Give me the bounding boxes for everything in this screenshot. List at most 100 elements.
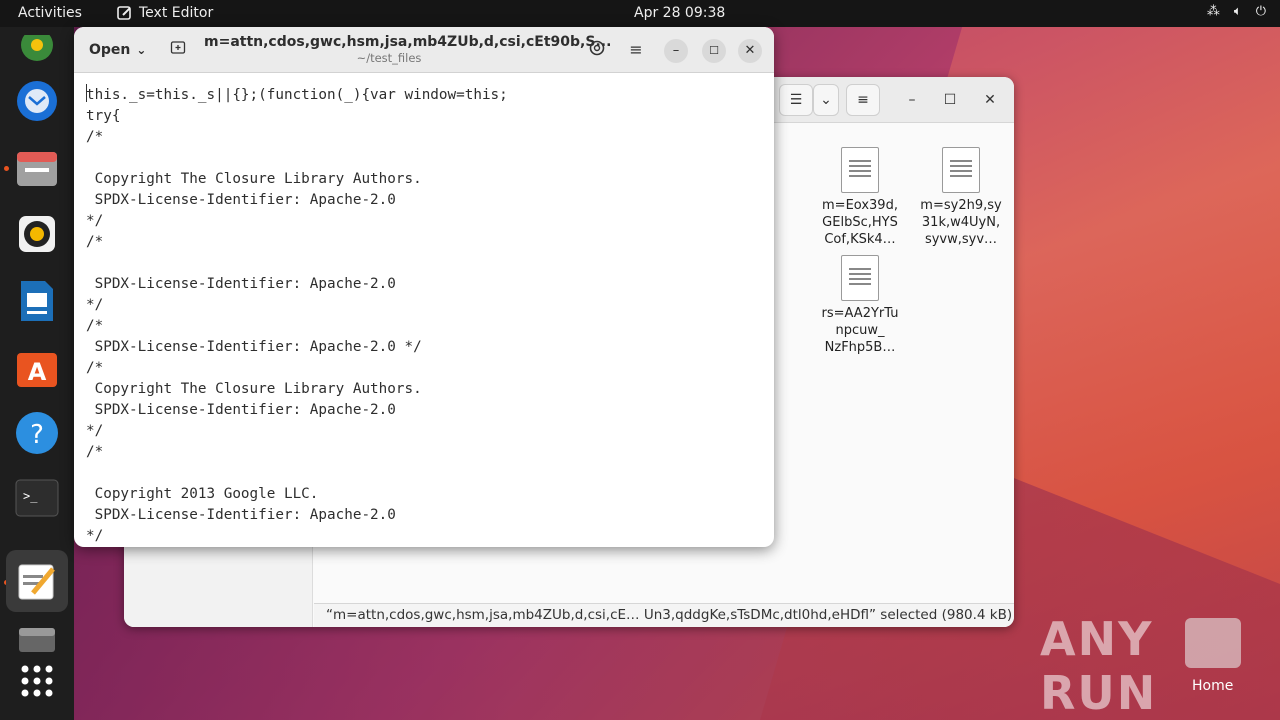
dock-item-thunderbird[interactable] bbox=[13, 77, 61, 125]
maximize-icon: ☐ bbox=[709, 44, 719, 57]
file-name-line: m=sy2h9,sy bbox=[920, 198, 1002, 213]
close-button[interactable]: ✕ bbox=[738, 39, 762, 63]
settings-button[interactable] bbox=[586, 39, 608, 61]
file-name-line: npcuw_ bbox=[835, 323, 885, 338]
list-view-icon: ☰ bbox=[789, 92, 803, 108]
document-icon bbox=[841, 147, 879, 193]
clock[interactable]: Apr 28 09:38 bbox=[634, 5, 725, 21]
file-item[interactable]: rs=AA2YrTu npcuw_ NzFhp5B… bbox=[815, 255, 905, 356]
text-editor-window[interactable]: Open ⌄ m=attn,cdos,gwc,hsm,jsa,mb4ZUb,d,… bbox=[74, 27, 774, 547]
document-icon bbox=[841, 255, 879, 301]
svg-text:>_: >_ bbox=[23, 489, 38, 503]
chevron-down-icon: ⌄ bbox=[136, 43, 147, 57]
terminal-icon: >_ bbox=[15, 479, 59, 517]
code-line: /* bbox=[86, 360, 104, 376]
file-name-line: m=Eox39d, bbox=[822, 198, 898, 213]
power-icon: ⏻ bbox=[1255, 4, 1266, 19]
dock-item-writer[interactable] bbox=[13, 277, 61, 325]
home-folder-label[interactable]: Home bbox=[1192, 678, 1233, 694]
activities-button[interactable]: Activities bbox=[18, 5, 82, 21]
minimize-icon: – bbox=[908, 92, 916, 108]
chrome-icon bbox=[21, 35, 53, 61]
file-name-line: syvw,syv… bbox=[924, 232, 998, 247]
file-item[interactable]: m=Eox39d, GElbSc,HYS Cof,KSk4… bbox=[815, 147, 905, 248]
disk-icon bbox=[19, 628, 55, 652]
dock-item-chrome[interactable] bbox=[13, 31, 61, 79]
file-item[interactable]: m=sy2h9,sy 31k,w4UyN, syvw,syv… bbox=[916, 147, 1006, 248]
close-button[interactable]: ✕ bbox=[980, 90, 1000, 110]
code-lines: this._s=this._s||{};(function(_){var win… bbox=[86, 85, 774, 547]
main-menu-button[interactable]: ≡ bbox=[625, 39, 647, 61]
code-line: /* bbox=[86, 444, 104, 460]
app-name: Text Editor bbox=[139, 5, 214, 21]
code-line: Copyright The Closure Library Authors. bbox=[86, 381, 422, 397]
selection-status: “m=attn,cdos,gwc,hsm,jsa,mb4ZUb,d,csi,cE… bbox=[314, 603, 1014, 627]
text-editing-area[interactable]: this._s=this._s||{};(function(_){var win… bbox=[74, 74, 774, 547]
menu-icon: ≡ bbox=[857, 92, 869, 108]
minimize-button[interactable]: – bbox=[902, 90, 922, 110]
file-name-line: GElbSc,HYS bbox=[822, 215, 898, 230]
show-apps-button[interactable] bbox=[13, 657, 61, 705]
maximize-icon: ☐ bbox=[943, 92, 957, 108]
system-tray[interactable]: ⁂ 🔈︎ ⏻ bbox=[1207, 4, 1266, 19]
dock-item-rhythmbox[interactable] bbox=[13, 210, 61, 258]
volume-icon: 🔈︎ bbox=[1233, 4, 1242, 19]
code-line: SPDX-License-Identifier: Apache-2.0 bbox=[86, 507, 396, 523]
dock-item-files[interactable] bbox=[13, 144, 61, 192]
gear-icon bbox=[589, 40, 605, 56]
text-cursor bbox=[86, 84, 87, 102]
code-line: SPDX-License-Identifier: Apache-2.0 bbox=[86, 276, 396, 292]
dock: A ? >_ bbox=[0, 27, 74, 720]
help-icon: ? bbox=[16, 412, 58, 454]
anyrun-watermark: ANY RUN bbox=[1040, 612, 1158, 720]
home-folder-icon[interactable] bbox=[1185, 618, 1241, 668]
window-title: m=attn,cdos,gwc,hsm,jsa,mb4ZUb,d,csi,cEt… bbox=[204, 34, 612, 65]
file-name-line: NzFhp5B… bbox=[824, 340, 896, 355]
svg-text:A: A bbox=[28, 358, 47, 386]
thunderbird-icon bbox=[17, 81, 57, 121]
close-icon: ✕ bbox=[984, 92, 996, 108]
dock-item-app-center[interactable]: A bbox=[13, 343, 61, 391]
code-line: */ bbox=[86, 213, 104, 229]
app-menu[interactable]: Text Editor bbox=[117, 5, 213, 21]
file-name-line: 31k,w4UyN, bbox=[921, 215, 1001, 230]
code-line: SPDX-License-Identifier: Apache-2.0 */ bbox=[86, 339, 422, 355]
rhythmbox-icon bbox=[19, 216, 55, 252]
writer-icon bbox=[21, 281, 53, 321]
minimize-icon: – bbox=[672, 43, 680, 58]
dock-item-help[interactable]: ? bbox=[13, 409, 61, 457]
new-tab-button[interactable] bbox=[167, 39, 189, 61]
code-line: try{ bbox=[86, 108, 121, 124]
code-line: */ bbox=[86, 423, 104, 439]
document-icon bbox=[942, 147, 980, 193]
running-indicator bbox=[4, 166, 9, 171]
dock-item-text-editor[interactable] bbox=[6, 550, 68, 612]
view-options-button[interactable]: ⌄ bbox=[813, 84, 839, 116]
dock-item-terminal[interactable]: >_ bbox=[13, 474, 61, 522]
chevron-down-icon: ⌄ bbox=[820, 92, 832, 108]
code-line: SPDX-License-Identifier: Apache-2.0 bbox=[86, 402, 396, 418]
text-editor-icon bbox=[117, 6, 131, 20]
document-title: m=attn,cdos,gwc,hsm,jsa,mb4ZUb,d,csi,cEt… bbox=[204, 34, 612, 50]
maximize-button[interactable]: ☐ bbox=[702, 39, 726, 63]
code-line: SPDX-License-Identifier: Apache-2.0 bbox=[86, 192, 396, 208]
list-view-button[interactable]: ☰ bbox=[779, 84, 813, 116]
app-center-icon: A bbox=[17, 353, 57, 387]
svg-text:?: ? bbox=[30, 420, 44, 450]
network-icon: ⁂ bbox=[1206, 4, 1220, 19]
minimize-button[interactable]: – bbox=[664, 39, 688, 63]
code-line: /* bbox=[86, 318, 104, 334]
code-line: Copyright 2013 Google LLC. bbox=[86, 486, 319, 502]
folder-icon bbox=[17, 152, 57, 186]
main-menu-button[interactable]: ≡ bbox=[846, 84, 880, 116]
code-line: */ bbox=[86, 297, 104, 313]
top-bar: Activities Text Editor Apr 28 09:38 ⁂ 🔈︎… bbox=[0, 0, 1280, 27]
close-icon: ✕ bbox=[744, 43, 756, 58]
open-button[interactable]: Open ⌄ bbox=[81, 35, 154, 65]
text-editor-icon bbox=[18, 564, 55, 600]
maximize-button[interactable]: ☐ bbox=[940, 90, 960, 110]
text-editor-header: Open ⌄ m=attn,cdos,gwc,hsm,jsa,mb4ZUb,d,… bbox=[74, 27, 774, 73]
file-name-line: Cof,KSk4… bbox=[824, 232, 896, 247]
